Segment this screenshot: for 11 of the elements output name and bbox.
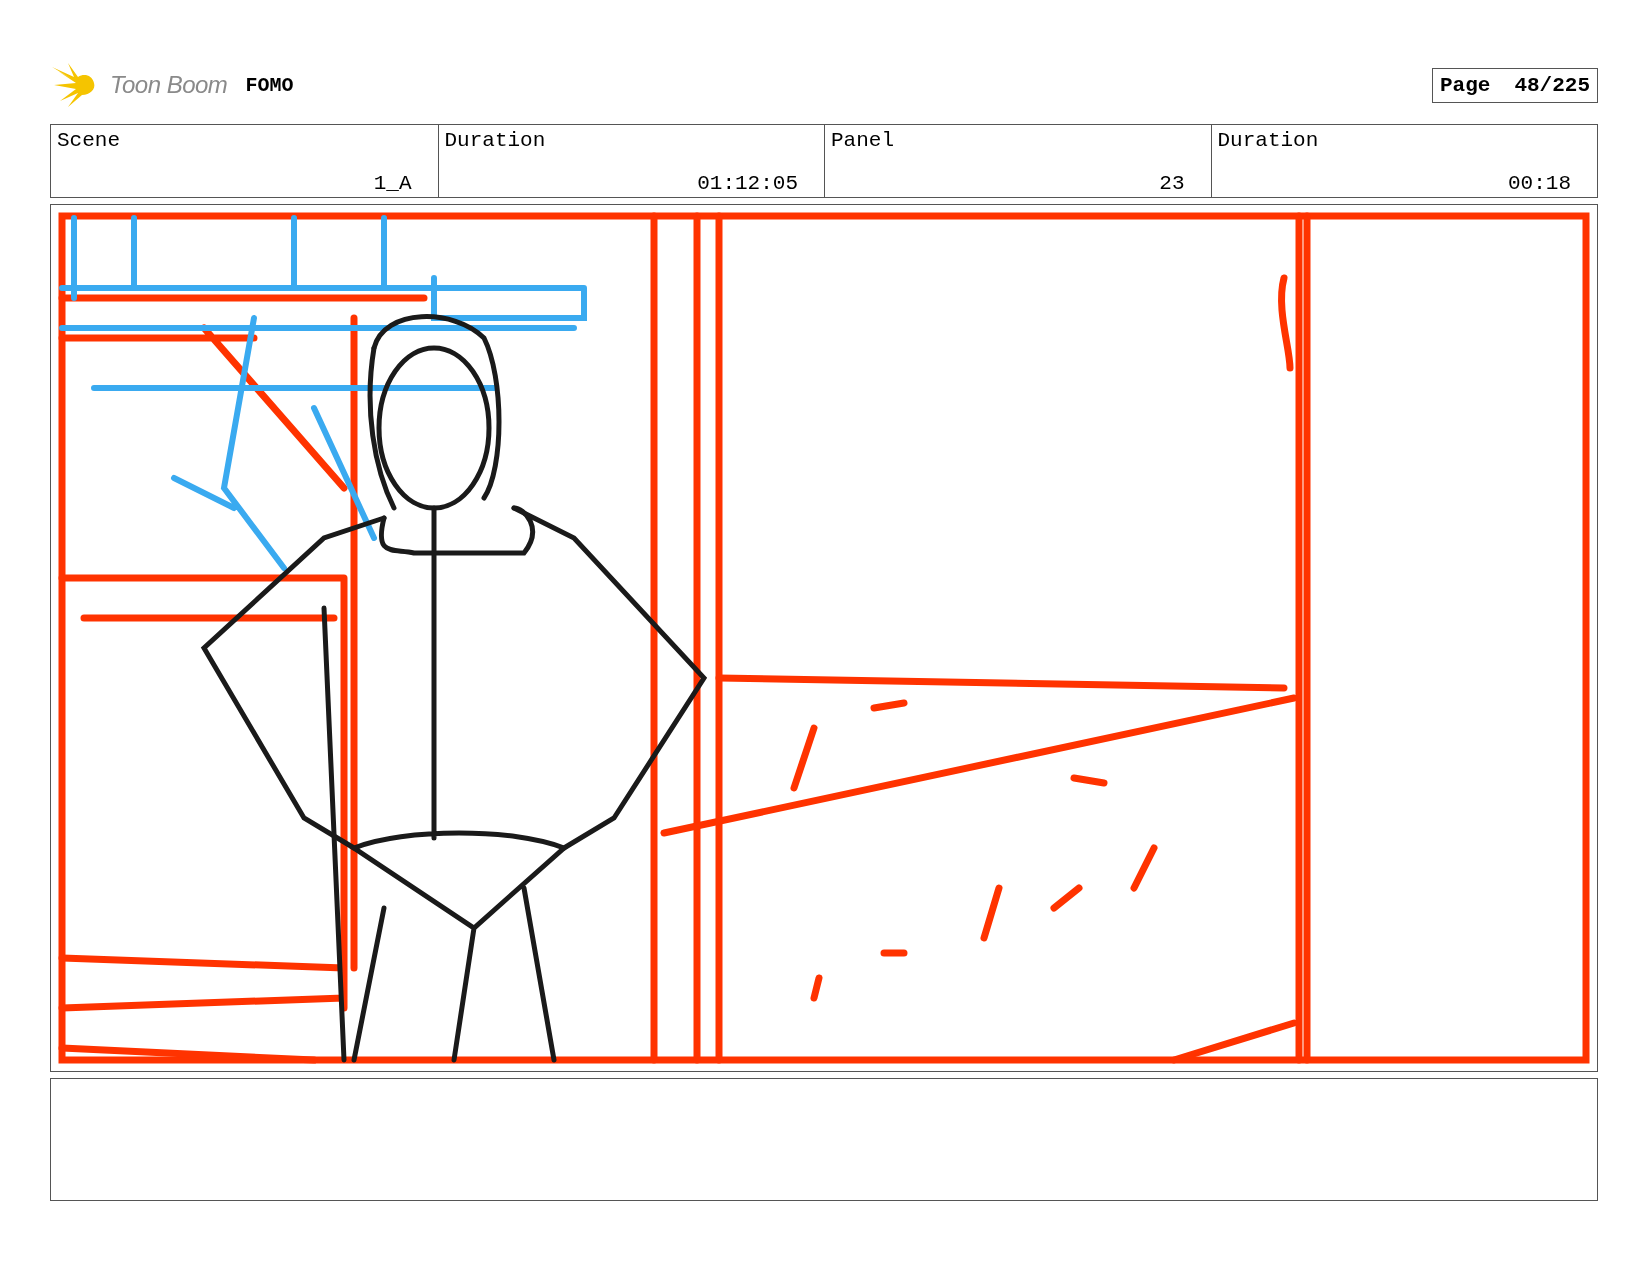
field-value: 01:12:05	[697, 172, 798, 195]
field-label: Duration	[1217, 129, 1320, 152]
page-indicator: Page 48/225	[1431, 67, 1598, 103]
field-label: Panel	[831, 129, 895, 152]
field-value: 1_A	[373, 172, 412, 195]
field-value: 23	[1159, 172, 1185, 195]
logo-text: Toon Boom	[110, 71, 228, 99]
project-title: FOMO	[245, 73, 294, 97]
field-label: Scene	[57, 129, 121, 152]
field-value: 00:18	[1508, 172, 1571, 195]
field-label: Duration	[444, 129, 547, 152]
